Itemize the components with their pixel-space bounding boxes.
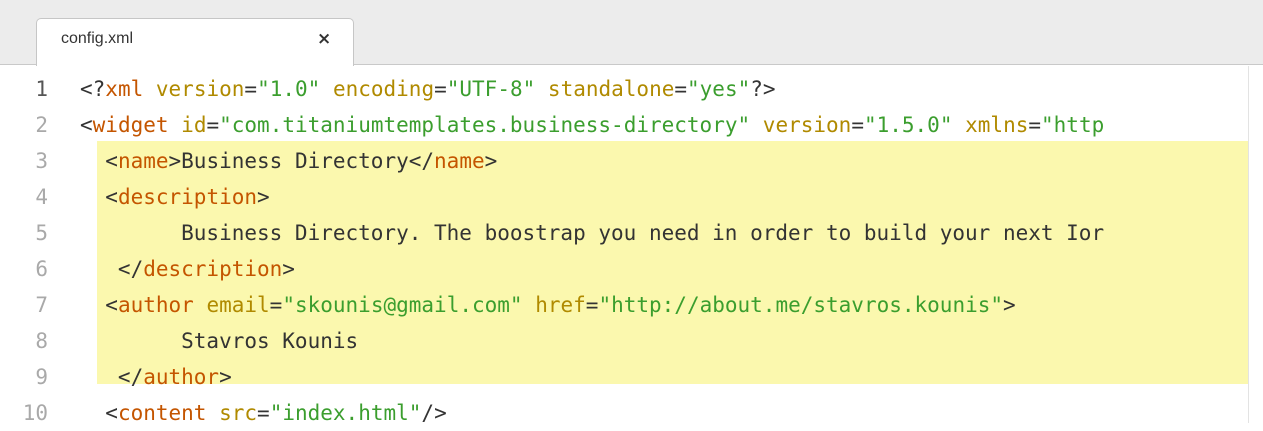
- line-number: 5: [35, 221, 48, 245]
- tab-title: config.xml: [61, 30, 134, 47]
- code-token: email: [206, 293, 270, 317]
- code-line: 3 <name>Business Directory</name>: [0, 143, 1263, 179]
- code-text: <?xml version="1.0" encoding="UTF-8" sta…: [80, 71, 776, 107]
- line-number: 6: [35, 257, 48, 281]
- code-text: <author email="skounis@gmail.com" href="…: [80, 287, 1016, 323]
- code-text: <widget id="com.titaniumtemplates.busine…: [80, 107, 1104, 143]
- code-token: Business Directory. The boostrap you nee…: [80, 221, 1105, 245]
- code-token: =: [434, 77, 447, 101]
- code-token: description: [117, 185, 258, 209]
- code-line: 7 <author email="skounis@gmail.com" href…: [0, 287, 1263, 323]
- code-text: </author>: [80, 359, 232, 395]
- code-token: =: [674, 77, 688, 101]
- code-line: 5 Business Directory. The boostrap you n…: [0, 215, 1263, 251]
- line-number: 4: [35, 185, 48, 209]
- code-text: </description>: [80, 251, 295, 287]
- code-token: </: [80, 257, 144, 281]
- code-token: "1.5.0": [863, 113, 953, 137]
- code-token: "skounis@gmail.com": [282, 293, 523, 317]
- code-token: =: [269, 293, 283, 317]
- code-token: =: [1028, 113, 1042, 137]
- code-line: 1 <?xml version="1.0" encoding="UTF-8" st…: [0, 71, 1263, 107]
- tab-config-xml[interactable]: config.xml ×: [36, 18, 354, 66]
- code-token: >: [484, 149, 498, 173]
- code-text: <name>Business Directory</name>: [80, 143, 497, 179]
- code-line: 6 </description>: [0, 251, 1263, 287]
- code-token: <?: [80, 77, 106, 101]
- code-token: standalone: [547, 77, 675, 101]
- code-token: description: [143, 257, 283, 281]
- line-number: 1: [35, 77, 48, 101]
- close-icon[interactable]: ×: [317, 29, 331, 49]
- code-line: 8 Stavros Kounis: [0, 323, 1263, 359]
- line-number: 9: [35, 365, 48, 389]
- code-token: src: [219, 401, 258, 425]
- code-token: <: [80, 293, 118, 317]
- code-token: =: [585, 293, 599, 317]
- line-number: 10: [22, 401, 48, 425]
- code-token: "http: [1041, 113, 1105, 137]
- tab-bar: config.xml ×: [0, 0, 1263, 66]
- code-token: xml: [105, 77, 144, 101]
- code-token: name: [434, 149, 485, 173]
- code-text: Business Directory. The boostrap you nee…: [80, 215, 1104, 251]
- code-token: content: [117, 401, 207, 425]
- code-token: author: [143, 365, 220, 389]
- code-token: >: [1003, 293, 1016, 317]
- code-line: 10 <content src="index.html"/>: [0, 395, 1263, 431]
- code-token: "com.titaniumtemplates.business-director…: [219, 113, 751, 137]
- code-token: <: [80, 113, 93, 137]
- code-token: "1.0": [257, 77, 321, 101]
- code-token: version: [762, 113, 852, 137]
- code-token: >: [282, 257, 295, 281]
- code-token: />: [421, 401, 447, 425]
- line-number: 8: [35, 329, 48, 353]
- code-token: </: [80, 365, 144, 389]
- code-token: Stavros Kounis: [80, 329, 359, 353]
- code-token: =: [244, 77, 258, 101]
- code-token: "UTF-8": [446, 77, 536, 101]
- code-token: id: [181, 113, 207, 137]
- line-number: 2: [35, 113, 48, 137]
- code-token: name: [117, 149, 169, 173]
- code-text: <content src="index.html"/>: [80, 395, 447, 431]
- code-token: <: [80, 401, 118, 425]
- line-number: 3: [35, 149, 48, 173]
- code-token: "yes": [687, 77, 751, 101]
- code-token: <: [80, 185, 118, 209]
- code-text: Stavros Kounis: [80, 323, 358, 359]
- code-token: >Business Directory</: [168, 149, 435, 173]
- code-token: version: [155, 77, 245, 101]
- code-token: ?>: [750, 77, 776, 101]
- code-text: <description>: [80, 179, 270, 215]
- line-number: 7: [35, 293, 48, 317]
- code-line: 9 </author>: [0, 359, 1263, 395]
- code-token: <: [80, 149, 118, 173]
- code-line: 4 <description>: [0, 179, 1263, 215]
- code-token: =: [206, 113, 220, 137]
- code-token: author: [117, 293, 194, 317]
- code-token: "http://about.me/stavros.kounis": [598, 293, 1004, 317]
- code-line: 2 <widget id="com.titaniumtemplates.busin…: [0, 107, 1263, 143]
- code-token: "index.html": [269, 401, 422, 425]
- code-token: href: [535, 293, 586, 317]
- code-token: xmlns: [965, 113, 1029, 137]
- code-token: widget: [92, 113, 169, 137]
- code-token: encoding: [332, 77, 435, 101]
- code-token: =: [257, 401, 270, 425]
- code-token: >: [219, 365, 232, 389]
- code-token: >: [257, 185, 270, 209]
- code-token: =: [851, 113, 864, 137]
